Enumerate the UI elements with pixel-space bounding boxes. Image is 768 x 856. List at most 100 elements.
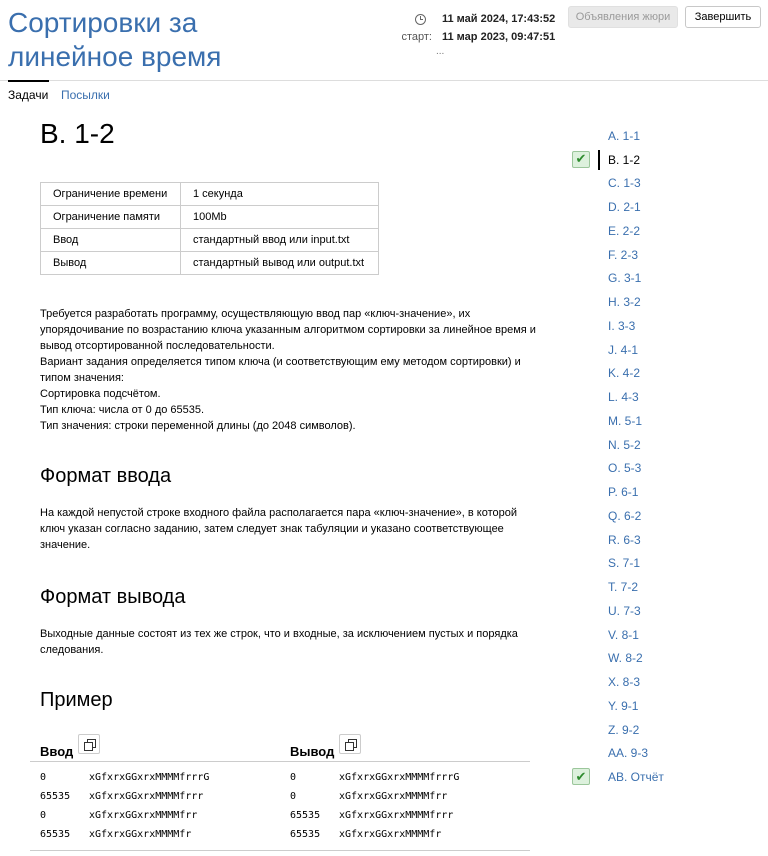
sample-key: 0 — [40, 810, 47, 821]
problem-nav-item[interactable]: J. 4-1 — [600, 338, 760, 362]
problem-nav-item[interactable]: H. 3-2 — [600, 290, 760, 314]
limit-value: 1 секунда — [180, 182, 379, 206]
limit-key: Ограничение времени — [40, 182, 181, 206]
problem-nav-item[interactable]: N. 5-2 — [600, 433, 760, 457]
copy-icon — [345, 739, 357, 751]
problem-nav-label: Y. 9-1 — [608, 698, 639, 713]
contest-title: Сортировки за линейное время — [8, 7, 222, 72]
problem-nav-item[interactable]: ✔ B. 1-2 — [572, 148, 760, 172]
problem-nav-label: D. 2-1 — [608, 200, 641, 215]
problem-nav-label: T. 7-2 — [608, 580, 639, 595]
problem-nav-label: W. 8-2 — [608, 651, 643, 666]
problem-nav-item[interactable]: K. 4-2 — [600, 362, 760, 386]
divider — [30, 850, 530, 851]
problem-nav-item[interactable]: ✔ AB. Отчёт — [572, 765, 760, 789]
problem-nav-item[interactable]: M. 5-1 — [600, 409, 760, 433]
checkmark-icon: ✔ — [572, 768, 590, 786]
problem-nav-label: I. 3-3 — [608, 318, 636, 333]
problem-nav-item[interactable]: A. 1-1 — [600, 124, 760, 148]
limit-key: Ограничение памяти — [40, 205, 181, 229]
output-format-text: Выходные данные состоят из тех же строк,… — [40, 628, 518, 656]
problem-nav-item[interactable]: T. 7-2 — [600, 575, 760, 599]
problem-nav-label: S. 7-1 — [608, 556, 641, 571]
copy-icon — [84, 739, 96, 751]
problem-nav-item[interactable]: O. 5-3 — [600, 457, 760, 481]
problem-nav-item[interactable]: F. 2-3 — [600, 243, 760, 267]
problem-nav-label: AA. 9-3 — [608, 746, 649, 761]
sample-value: xGfxrxGGxrxMMMMfrrrG — [339, 772, 460, 783]
problem-nav-item[interactable]: R. 6-3 — [600, 528, 760, 552]
problem-nav-label: K. 4-2 — [608, 366, 641, 381]
problem-nav-item[interactable]: D. 2-1 — [600, 195, 760, 219]
sample-key: 0 — [290, 791, 297, 802]
problem-nav-item[interactable]: E. 2-2 — [600, 219, 760, 243]
example-heading: Пример — [40, 689, 113, 711]
problem-nav-label: H. 3-2 — [608, 295, 641, 310]
problem-nav-item[interactable]: W. 8-2 — [600, 647, 760, 671]
limit-key: Вывод — [40, 251, 181, 275]
sample-key: 0 — [40, 772, 47, 783]
limits-table: Ограничение времени 1 секунда Ограничени… — [40, 182, 379, 275]
output-format-heading: Формат вывода — [40, 586, 186, 608]
table-row: Ограничение времени 1 секунда — [40, 182, 379, 206]
problem-nav-item[interactable]: S. 7-1 — [600, 552, 760, 576]
copy-input-button[interactable] — [78, 734, 100, 754]
input-format-heading: Формат ввода — [40, 465, 172, 487]
problem-nav-item[interactable]: V. 8-1 — [600, 623, 760, 647]
problem-nav-item[interactable]: X. 8-3 — [600, 670, 760, 694]
problem-nav-item[interactable]: I. 3-3 — [600, 314, 760, 338]
problem-nav-label: E. 2-2 — [608, 223, 641, 238]
table-row: Ввод стандартный ввод или input.txt — [40, 228, 379, 252]
sample-key: 0 — [290, 772, 297, 783]
problem-nav-item[interactable]: AA. 9-3 — [600, 742, 760, 766]
problem-nav-label: F. 2-3 — [608, 247, 639, 262]
sample-value: xGfxrxGGxrxMMMMfrrr — [89, 791, 204, 802]
statement-paragraph: Тип ключа: числа от 0 до 65535. — [40, 404, 205, 416]
problem-nav-item[interactable]: P. 6-1 — [600, 480, 760, 504]
problem-nav-label: N. 5-2 — [608, 437, 641, 452]
statement-paragraph: Тип значения: строки переменной длины (д… — [40, 420, 356, 432]
contest-time-info: 11 май 2024, 17:43:52 старт: 11 мар 2023… — [380, 10, 555, 58]
problem-title: B. 1-2 — [40, 118, 115, 149]
problem-nav-label: V. 8-1 — [608, 627, 639, 642]
table-row: Ограничение памяти 100Mb — [40, 205, 379, 229]
limit-key: Ввод — [40, 228, 181, 252]
active-tab-indicator — [8, 80, 49, 82]
sample-value: xGfxrxGGxrxMMMMfr — [339, 829, 442, 840]
jury-announcements-button[interactable]: Объявления жюри — [568, 6, 678, 28]
tab-submissions[interactable]: Посылки — [61, 88, 110, 102]
start-time: 11 мар 2023, 09:47:51 — [442, 31, 556, 43]
problem-nav-item[interactable]: L. 4-3 — [600, 385, 760, 409]
problem-nav-label: U. 7-3 — [608, 603, 641, 618]
start-label: старт: — [401, 31, 432, 43]
tab-bar: Задачи Посылки — [0, 80, 768, 105]
sample-value: xGfxrxGGxrxMMMMfrrr — [339, 810, 454, 821]
table-row: Вывод стандартный вывод или output.txt — [40, 251, 379, 275]
sample-key: 65535 — [40, 829, 71, 840]
problem-nav-label: R. 6-3 — [608, 532, 641, 547]
problem-nav-label: C. 1-3 — [608, 176, 641, 191]
problem-nav-item[interactable]: Z. 9-2 — [600, 718, 760, 742]
tab-problems[interactable]: Задачи — [8, 88, 48, 102]
problem-nav-item[interactable]: Q. 6-2 — [600, 504, 760, 528]
problem-nav: A. 1-1 ✔ B. 1-2 C. 1-3 D. 2-1 E. 2-2 F. 2-3 G. … — [572, 124, 760, 789]
problem-nav-label: X. 8-3 — [608, 675, 641, 690]
clock-icon — [415, 13, 426, 25]
problem-nav-label: Z. 9-2 — [608, 722, 640, 737]
sample-value: xGfxrxGGxrxMMMMfrr — [89, 810, 198, 821]
problem-nav-label: O. 5-3 — [608, 461, 642, 476]
problem-nav-item[interactable]: C. 1-3 — [600, 172, 760, 196]
copy-output-button[interactable] — [339, 734, 361, 754]
sample-key: 65535 — [290, 810, 321, 821]
problem-nav-item[interactable]: U. 7-3 — [600, 599, 760, 623]
divider — [30, 761, 530, 762]
sample-key: 65535 — [290, 829, 321, 840]
finish-button[interactable]: Завершить — [685, 6, 761, 28]
sample-output-label: Вывод — [290, 744, 335, 759]
more-ellipsis[interactable]: ... — [436, 46, 555, 58]
problem-nav-item[interactable]: Y. 9-1 — [600, 694, 760, 718]
problem-statement: Требуется разработать программу, осущест… — [40, 306, 540, 434]
problem-nav-label: Q. 6-2 — [608, 508, 642, 523]
problem-nav-item[interactable]: G. 3-1 — [600, 267, 760, 291]
problem-nav-label: A. 1-1 — [608, 128, 641, 143]
